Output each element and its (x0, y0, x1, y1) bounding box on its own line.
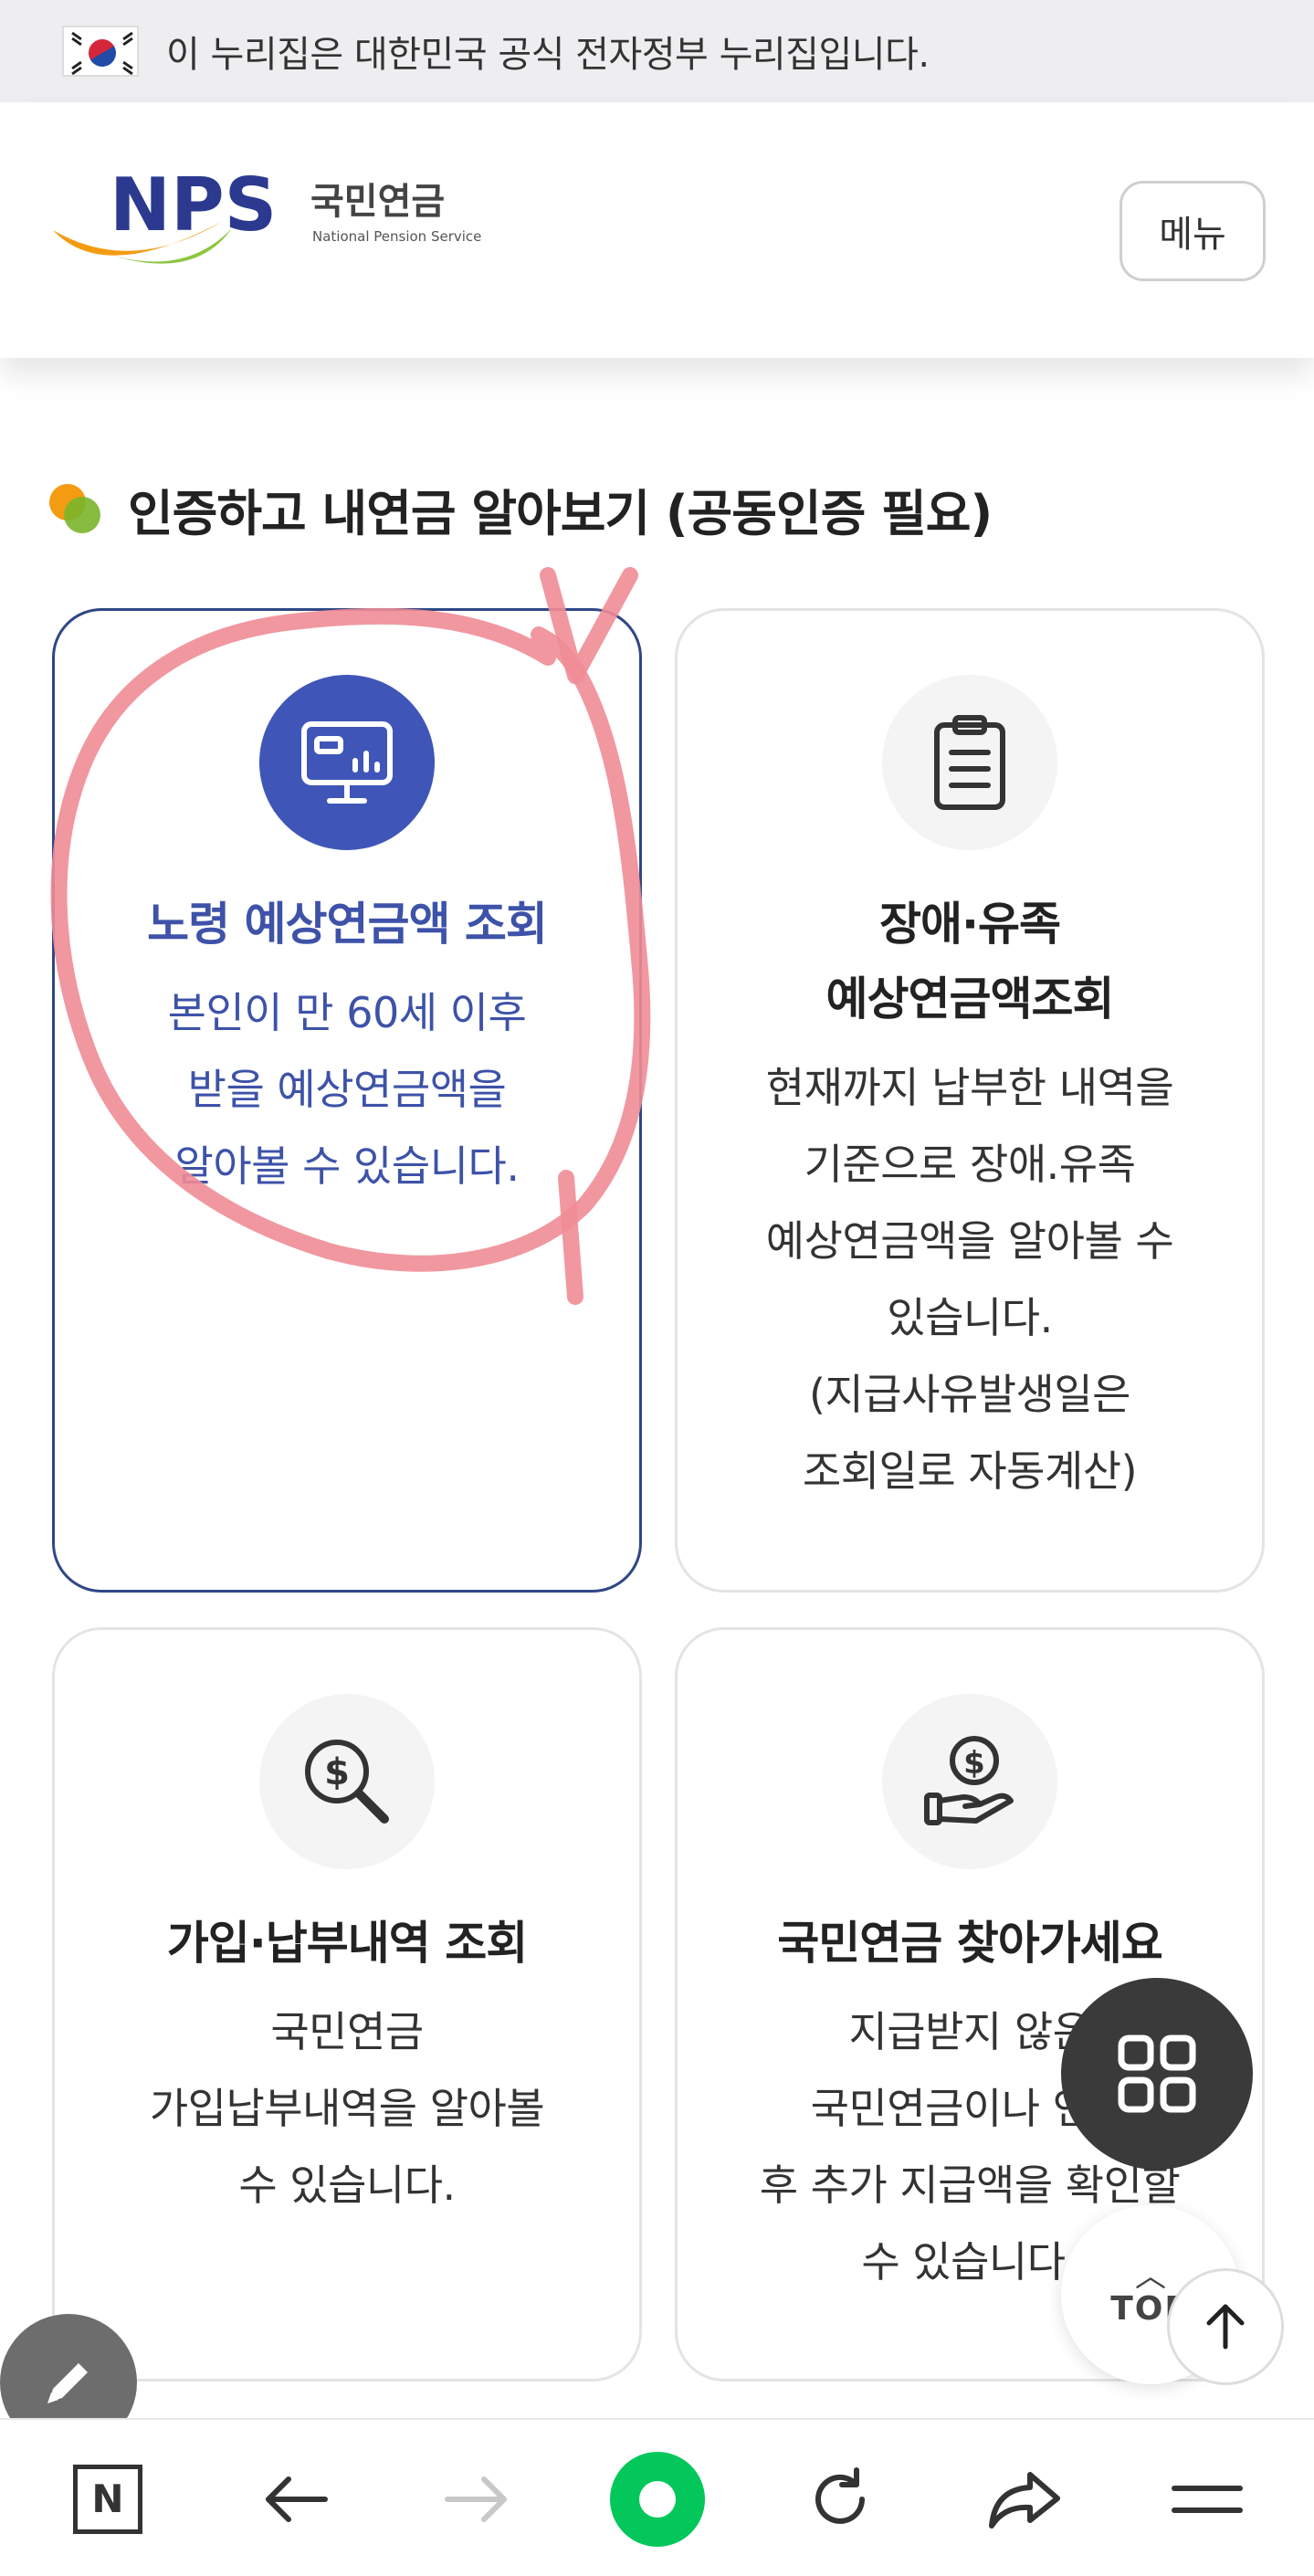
card-description: 국민연금 가입납부내역을 알아볼 수 있습니다. (149, 2007, 545, 2210)
logo-letters: NPS (110, 166, 277, 247)
pencil-icon (47, 2363, 88, 2403)
section-header: 인증하고 내연금 알아보기 (공동인증 필요) (49, 473, 993, 545)
share-button[interactable] (970, 2420, 1079, 2576)
svg-text:$: $ (324, 1751, 350, 1793)
card-title: 장애·유족 예상연금액조회 (825, 898, 1115, 1025)
logo-korean: 국민연금 (310, 181, 445, 223)
grid-icon (1118, 2035, 1196, 2113)
browser-bottom-nav: N (0, 2418, 1314, 2576)
quick-menu-button[interactable] (1061, 1978, 1253, 2170)
monitor-chart-icon (259, 675, 435, 850)
naver-green-dot-icon (610, 2451, 705, 2547)
section-title: 인증하고 내연금 알아보기 (공동인증 필요) (128, 485, 993, 542)
card-description: 본인이 만 60세 이후 받을 예상연금액을 알아볼 수 있습니다. (167, 988, 527, 1191)
card-enrollment-payment-history[interactable]: $ 가입·납부내역 조회 국민연금 가입납부내역을 알아볼 수 있습니다. (52, 1627, 642, 2381)
korean-flag-icon (62, 26, 139, 77)
clipboard-icon (882, 675, 1057, 850)
back-button[interactable] (241, 2420, 351, 2576)
forward-button[interactable] (422, 2420, 531, 2576)
gov-banner: 이 누리집은 대한민국 공식 전자정부 누리집입니다. (0, 0, 1314, 102)
card-disability-survivor-pension[interactable]: 장애·유족 예상연금액조회 현재까지 납부한 내역을 기준으로 장애.유족 예상… (675, 608, 1265, 1593)
svg-text:$: $ (963, 1745, 985, 1782)
gov-banner-text: 이 누리집은 대한민국 공식 전자정부 누리집입니다. (166, 34, 930, 76)
scroll-up-button[interactable] (1167, 2268, 1284, 2385)
card-old-age-pension[interactable]: 노령 예상연금액 조회 본인이 만 60세 이후 받을 예상연금액을 알아볼 수… (52, 608, 642, 1593)
card-description: 현재까지 납부한 내역을 기준으로 장애.유족 예상연금액을 알아볼 수 있습니… (765, 1063, 1174, 1496)
card-title: 가입·납부내역 조회 (166, 1917, 528, 1970)
forward-arrow-icon (445, 2476, 507, 2522)
arrow-up-icon (1206, 2304, 1245, 2350)
back-arrow-icon (266, 2476, 328, 2522)
share-icon (989, 2471, 1060, 2529)
card-title: 노령 예상연금액 조회 (147, 898, 548, 951)
section-dot-icon (49, 482, 104, 537)
site-header: NPS 국민연금 National Pension Service 메뉴 (0, 102, 1314, 358)
chevron-up-icon: ︿ (1135, 2257, 1166, 2295)
hand-coin-icon: $ (882, 1694, 1057, 1869)
naver-green-button[interactable] (603, 2420, 712, 2576)
naver-n-icon: N (73, 2464, 142, 2534)
refresh-icon (815, 2466, 865, 2524)
nps-logo[interactable]: NPS 국민연금 National Pension Service (49, 163, 506, 276)
refresh-button[interactable] (785, 2420, 895, 2576)
card-title: 국민연금 찾아가세요 (777, 1917, 1162, 1970)
menu-button[interactable]: 메뉴 (1120, 181, 1266, 281)
dollar-search-icon: $ (259, 1694, 435, 1869)
hamburger-icon (1172, 2485, 1243, 2513)
naver-home-button[interactable]: N (53, 2420, 163, 2576)
menu-hamburger-button[interactable] (1152, 2420, 1262, 2576)
logo-english: National Pension Service (312, 228, 481, 245)
